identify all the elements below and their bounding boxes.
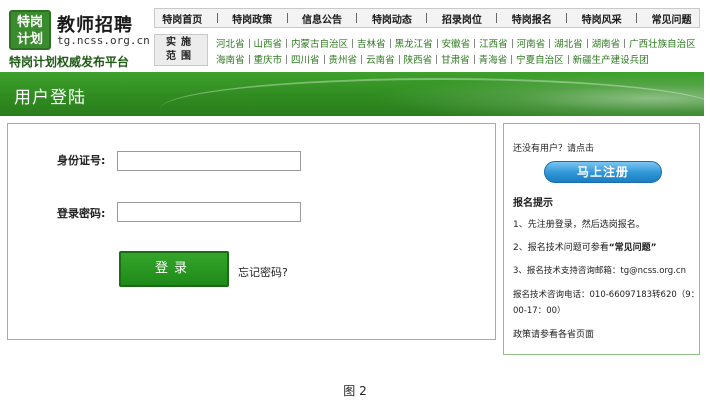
province-separator: [248, 54, 250, 64]
province-link[interactable]: 重庆市: [254, 52, 283, 66]
province-link[interactable]: 四川省: [291, 52, 320, 66]
province-link[interactable]: 黑龙江省: [395, 36, 433, 50]
faq-link[interactable]: “常见问题”: [609, 243, 657, 253]
no-account-text: 还没有用户？请点击: [513, 144, 595, 154]
province-separator: [398, 54, 400, 64]
nav-separator: [496, 13, 498, 23]
province-separator: [511, 54, 513, 64]
nav-item[interactable]: 信息公告: [302, 11, 342, 26]
province-separator: [586, 38, 588, 48]
nav-separator: [216, 13, 218, 23]
province-link[interactable]: 内蒙古自治区: [291, 36, 348, 50]
area-label: 实施 范围: [154, 34, 208, 66]
province-separator: [567, 54, 569, 64]
logo-badge: 特岗 计划: [9, 10, 51, 50]
hint-title: 报名提示: [513, 198, 553, 209]
nav-item[interactable]: 特岗首页: [162, 11, 202, 26]
nav-item[interactable]: 特岗动态: [372, 11, 412, 26]
area-label-line2: 范围: [166, 51, 196, 62]
province-separator: [474, 38, 476, 48]
hint-2: 2、报名技术问题可参看“常见问题”: [513, 240, 657, 253]
province-separator: [248, 38, 250, 48]
logo-badge-line2: 计划: [16, 32, 43, 47]
nav-separator: [286, 13, 288, 23]
logo-url: tg.ncss.org.cn: [57, 34, 150, 47]
logo-slogan: 特岗计划权威发布平台: [9, 55, 130, 69]
province-link[interactable]: 河北省: [216, 36, 245, 50]
logo-badge-line1: 特岗: [16, 15, 43, 30]
province-link[interactable]: 吉林省: [357, 36, 386, 50]
top-nav: 特岗首页 特岗政策 信息公告 特岗动态 招录岗位 特岗报名 特岗风采 常见问题: [154, 8, 700, 28]
hint-1: 1、先注册登录，然后选岗报名。: [513, 220, 645, 230]
province-separator: [624, 38, 626, 48]
province-link[interactable]: 云南省: [366, 52, 395, 66]
province-row-2: 海南省 重庆市 四川省 贵州省 云南省 陕西省 甘肃省 青海省 宁夏自治区 新疆生产建设兵团: [216, 52, 649, 66]
nav-separator: [566, 13, 568, 23]
province-link[interactable]: 甘肃省: [441, 52, 470, 66]
province-link[interactable]: 青海省: [479, 52, 508, 66]
login-button[interactable]: 登录: [119, 251, 229, 287]
side-panel: 还没有用户？请点击 马上注册 报名提示 1、先注册登录，然后选岗报名。 2、报名…: [503, 123, 700, 355]
province-separator: [473, 54, 475, 64]
province-separator: [286, 38, 288, 48]
page-title: 用户登陆: [14, 88, 86, 108]
nav-item[interactable]: 招录岗位: [442, 11, 482, 26]
province-separator: [436, 54, 438, 64]
nav-item[interactable]: 常见问题: [652, 11, 692, 26]
nav-separator: [426, 13, 428, 23]
nav-item[interactable]: 特岗政策: [232, 11, 272, 26]
province-separator: [389, 38, 391, 48]
province-separator: [361, 54, 363, 64]
province-separator: [286, 54, 288, 64]
nav-item[interactable]: 特岗报名: [512, 11, 552, 26]
page-banner: 用户登陆: [0, 72, 704, 116]
area-label-line1: 实施: [166, 37, 196, 48]
site-logo[interactable]: 特岗 计划 教师招聘 tg.ncss.org.cn 特岗计划权威发布平台: [9, 10, 150, 69]
province-separator: [436, 38, 438, 48]
login-form: 身份证号: 登录密码: 登录 忘记密码?: [7, 123, 496, 340]
id-number-label: 身份证号:: [57, 154, 106, 167]
phone-line-1: 报名技术咨询电话：010-66097183转620（9：: [513, 290, 700, 300]
province-link[interactable]: 广西壮族自治区: [629, 36, 696, 50]
nav-separator: [636, 13, 638, 23]
nav-separator: [356, 13, 358, 23]
province-link[interactable]: 宁夏自治区: [516, 52, 564, 66]
nav-item[interactable]: 特岗风采: [582, 11, 622, 26]
password-input[interactable]: [117, 202, 301, 222]
province-link[interactable]: 湖北省: [554, 36, 583, 50]
province-link[interactable]: 江西省: [479, 36, 508, 50]
province-link[interactable]: 陕西省: [404, 52, 433, 66]
province-row-1: 河北省 山西省 内蒙古自治区 吉林省 黑龙江省 安徽省 江西省 河南省 湖北省 湖南省 广西壮族自治…: [216, 36, 696, 50]
hint-2-prefix: 2、报名技术问题可参看: [513, 243, 609, 253]
province-link[interactable]: 山西省: [254, 36, 283, 50]
province-link[interactable]: 贵州省: [329, 52, 358, 66]
province-separator: [511, 38, 513, 48]
province-link[interactable]: 安徽省: [442, 36, 471, 50]
province-link[interactable]: 海南省: [216, 52, 245, 66]
register-button[interactable]: 马上注册: [544, 161, 662, 183]
forgot-password-link[interactable]: 忘记密码?: [238, 264, 288, 280]
figure-caption: 图 2: [343, 384, 367, 398]
province-link[interactable]: 湖南省: [592, 36, 621, 50]
province-link[interactable]: 河南省: [517, 36, 546, 50]
policy-note: 政策请参看各省页面: [513, 330, 595, 340]
id-number-input[interactable]: [117, 151, 301, 171]
province-link[interactable]: 新疆生产建设兵团: [573, 52, 649, 66]
province-separator: [352, 38, 354, 48]
hint-3: 3、报名技术支持咨询邮箱：tg@ncss.org.cn: [513, 266, 686, 276]
province-separator: [549, 38, 551, 48]
province-separator: [323, 54, 325, 64]
phone-line-2: 00-17：00）: [513, 306, 566, 316]
password-label: 登录密码:: [57, 207, 106, 220]
banner-swoosh: [160, 78, 704, 116]
